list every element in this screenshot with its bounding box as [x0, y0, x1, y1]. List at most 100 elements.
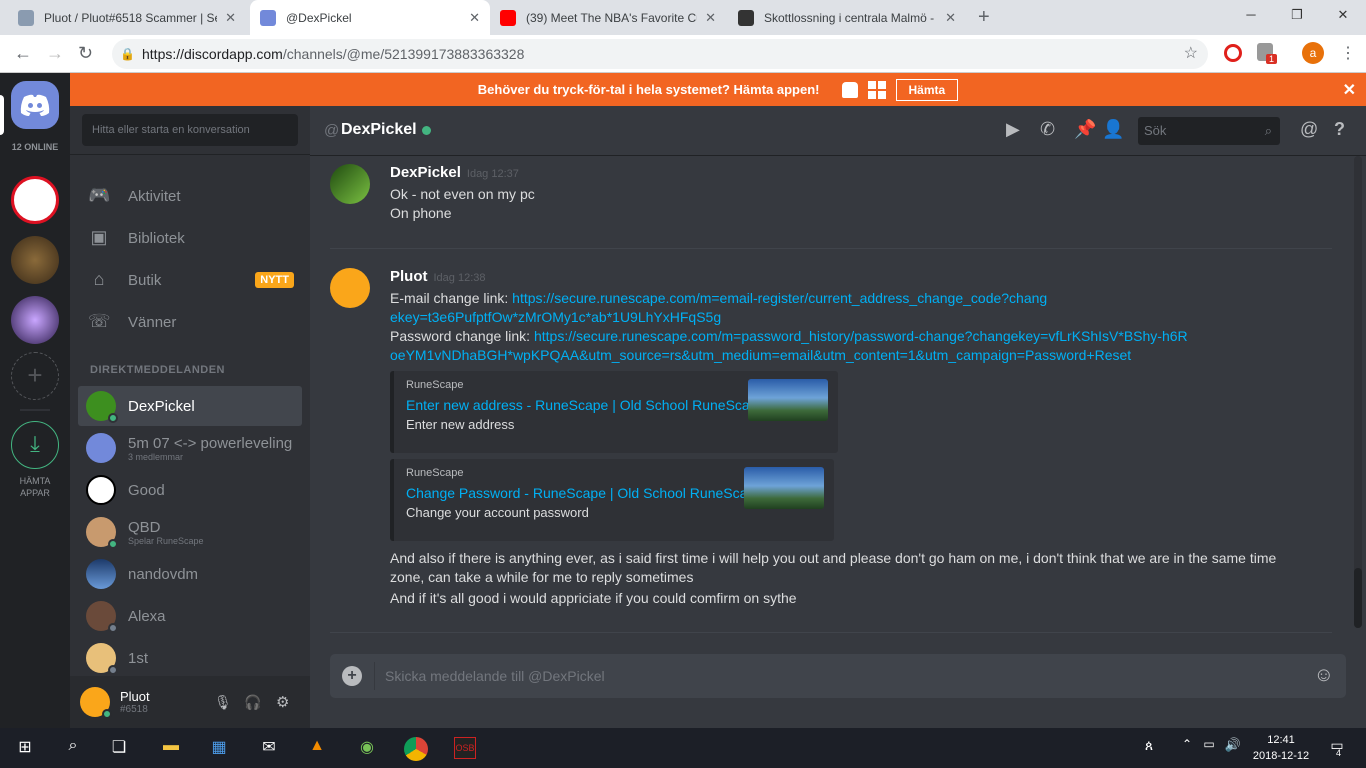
store-icon[interactable]: ▦ [208, 737, 230, 759]
banner-close-icon[interactable]: ✕ [1343, 80, 1356, 100]
tray-chevron-icon[interactable]: ⌃ [1176, 737, 1198, 759]
opera-extension-icon[interactable] [1224, 44, 1242, 62]
window-controls: ─ ❐ ✕ [1228, 0, 1366, 30]
profile-avatar[interactable]: a [1302, 42, 1324, 64]
forward-arrow-icon[interactable]: → [46, 43, 64, 64]
dm-item-group[interactable]: 5m 07 <-> powerleveling 3 medlemmar [78, 428, 302, 468]
windows-taskbar: ⊞ ⌕ ❏ ▬ ▦ ✉ ▲ ◉ OSB ጰ ⌃ ▭ 🔊 12:41 2018-1… [0, 728, 1366, 768]
avatar [86, 643, 118, 675]
new-tab-button[interactable]: + [978, 6, 990, 29]
dm-item-1st[interactable]: 1st [78, 638, 302, 678]
close-tab-icon[interactable]: ✕ [945, 10, 956, 26]
embed-thumbnail[interactable] [744, 467, 824, 509]
mute-mic-icon[interactable]: 🎙 [214, 694, 232, 711]
voice-call-icon[interactable]: ✆ [1040, 119, 1055, 140]
user-avatar[interactable] [80, 687, 112, 719]
url-field[interactable]: 🔒 https://discordapp.com/channels/@me/52… [112, 39, 1208, 69]
dm-search-input[interactable]: Hitta eller starta en konversation [82, 114, 298, 146]
close-tab-icon[interactable]: ✕ [705, 10, 716, 26]
tab-title: (39) Meet The NBA's Favorite Cu [526, 10, 698, 25]
back-arrow-icon[interactable]: ← [14, 43, 32, 64]
author-name[interactable]: DexPickel [390, 164, 461, 181]
server-galaxy[interactable] [11, 296, 59, 344]
link-embed: RuneScape Enter new address - RuneScape … [390, 371, 838, 453]
dm-item-good[interactable]: Good [78, 470, 302, 510]
dm-item-nandovdm[interactable]: nandovdm [78, 554, 302, 594]
task-view-icon[interactable]: ❏ [108, 737, 130, 759]
message-line: And also if there is anything ever, as i… [390, 550, 1277, 585]
url-path: /channels/@me/521399173883363328 [282, 46, 525, 62]
smiley-avatar [86, 475, 116, 505]
clock[interactable]: 12:41 2018-12-12 [1246, 732, 1316, 764]
nav-store[interactable]: ⌂ Butik NYTT [78, 261, 302, 299]
browser-tab-strip: Pluot / Pluot#6518 Scammer | Se ✕ @DexPi… [0, 0, 1366, 35]
volume-icon[interactable]: 🔊 [1222, 737, 1244, 759]
osbuddy-icon[interactable]: OSB [454, 737, 476, 759]
close-window-icon[interactable]: ✕ [1320, 0, 1366, 30]
mail-icon[interactable]: ✉ [258, 737, 280, 759]
windows-icon [867, 80, 886, 99]
message-divider [330, 632, 1332, 633]
timestamp: Idag 12:38 [433, 272, 486, 284]
server-tribe[interactable] [11, 236, 59, 284]
discord-favicon-icon [260, 9, 276, 26]
reload-icon[interactable]: ↻ [78, 43, 93, 64]
maximize-icon[interactable]: ❐ [1274, 0, 1320, 30]
embed-thumbnail[interactable] [748, 379, 828, 421]
banner-download-button[interactable]: Hämta [895, 78, 959, 101]
headphones-icon[interactable]: 🎧 [244, 694, 261, 711]
author-avatar[interactable] [330, 164, 370, 204]
server-bigbotbets[interactable] [11, 176, 59, 224]
people-icon[interactable]: ጰ [1138, 737, 1160, 759]
nav-friends[interactable]: ☏ Vänner [78, 303, 302, 341]
file-explorer-icon[interactable]: ▬ [160, 737, 182, 759]
author-name[interactable]: Pluot [390, 268, 428, 285]
network-icon[interactable]: ▭ [1198, 737, 1220, 759]
extension-badge: 1 [1266, 54, 1278, 64]
video-call-icon[interactable]: ▶ [1006, 119, 1020, 140]
close-tab-icon[interactable]: ✕ [225, 10, 236, 26]
windows-start-icon[interactable]: ⊞ [14, 737, 36, 759]
upload-plus-icon[interactable]: + [342, 666, 362, 686]
pin-icon[interactable]: 📌 [1074, 119, 1096, 140]
dm-item-qbd[interactable]: QBD Spelar RuneScape [78, 512, 302, 552]
message-line: E-mail change link: https://secure.runes… [390, 290, 1048, 325]
search-icon[interactable]: ⌕ [62, 737, 84, 759]
message-group: Pluot Idag 12:38 E-mail change link: http… [330, 268, 1340, 608]
bookmark-star-icon[interactable]: ☆ [1184, 39, 1198, 69]
browser-tab[interactable]: Pluot / Pluot#6518 Scammer | Se ✕ [8, 0, 246, 35]
browser-tab[interactable]: (39) Meet The NBA's Favorite Cu ✕ [490, 0, 726, 35]
utorrent-icon[interactable]: ◉ [356, 737, 378, 759]
search-input[interactable]: Sök ⌕ [1138, 117, 1280, 145]
dm-item-dexpickel[interactable]: DexPickel [78, 386, 302, 426]
nav-activity[interactable]: 🎮 Aktivitet [78, 177, 302, 215]
settings-gear-icon[interactable]: ⚙ [276, 693, 289, 711]
chrome-icon[interactable] [404, 737, 428, 761]
message-input[interactable]: Skicka meddelande till @DexPickel [385, 668, 605, 684]
minimize-icon[interactable]: ─ [1228, 0, 1274, 30]
browser-tab[interactable]: Skottlossning i centrala Malmö - ✕ [728, 0, 966, 35]
emoji-picker-icon[interactable]: ☺ [1314, 664, 1334, 687]
menu-kebab-icon[interactable]: ⋮ [1340, 43, 1356, 63]
mentions-icon[interactable]: @ [1300, 119, 1318, 140]
clock-time: 12:41 [1267, 734, 1295, 746]
browser-tab-active[interactable]: @DexPickel ✕ [250, 0, 490, 35]
vlc-icon[interactable]: ▲ [306, 737, 328, 759]
timestamp: Idag 12:37 [466, 168, 519, 180]
user-tag: #6518 [120, 704, 148, 715]
scrollbar-thumb[interactable] [1354, 568, 1362, 628]
tab-title: Pluot / Pluot#6518 Scammer | Se [44, 10, 218, 25]
dm-section-header: DIREKTMEDDELANDEN [90, 364, 225, 376]
dm-item-alexa[interactable]: Alexa [78, 596, 302, 636]
discord-home-icon[interactable] [11, 81, 59, 129]
help-icon[interactable]: ? [1334, 119, 1345, 140]
nav-library[interactable]: ▣ Bibliotek [78, 219, 302, 257]
download-apps-icon[interactable]: ⤓ [11, 421, 59, 469]
add-friend-icon[interactable]: 👤 [1102, 119, 1124, 140]
add-server-button[interactable]: + [11, 352, 59, 400]
author-avatar[interactable] [330, 268, 370, 308]
dm-sidebar: Hitta eller starta en konversation 🎮 Akti… [70, 106, 310, 728]
message-divider [330, 248, 1332, 249]
search-icon: ⌕ [1264, 123, 1272, 138]
close-tab-icon[interactable]: ✕ [469, 10, 480, 26]
